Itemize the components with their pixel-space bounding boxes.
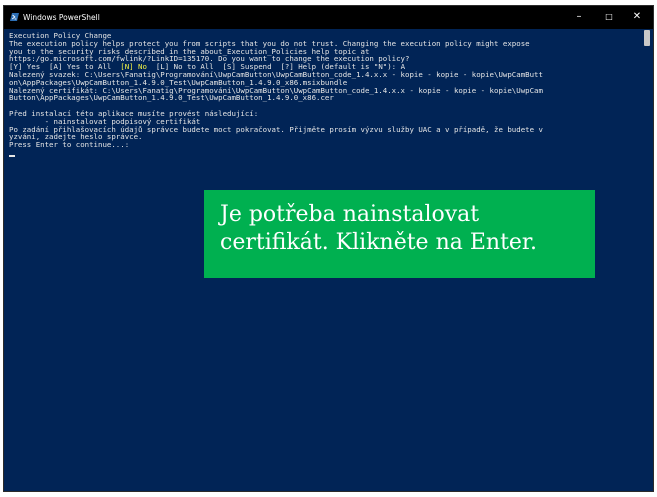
callout-line: Je potřeba nainstalovat [220, 202, 480, 227]
callout-line: certifikát. Klikněte na Enter. [220, 230, 538, 255]
console-line: Press Enter to continue...: [9, 140, 130, 150]
console-line: Button\AppPackages\UwpCamButton_1.4.9.0_… [9, 93, 334, 103]
scrollbar-thumb[interactable] [644, 30, 650, 46]
close-button[interactable]: ✕ [623, 6, 651, 29]
powershell-icon [10, 13, 19, 21]
minimize-button[interactable]: – [565, 6, 593, 29]
prompt-line [9, 149, 650, 157]
text-cursor [9, 154, 15, 157]
window-title: Windows PowerShell [23, 13, 100, 22]
instruction-callout: Je potřeba nainstalovat certifikát. Klik… [204, 190, 595, 278]
maximize-button[interactable]: □ [595, 6, 623, 29]
title-bar[interactable]: Windows PowerShell – □ ✕ [4, 6, 653, 29]
vertical-scrollbar[interactable] [643, 30, 652, 48]
